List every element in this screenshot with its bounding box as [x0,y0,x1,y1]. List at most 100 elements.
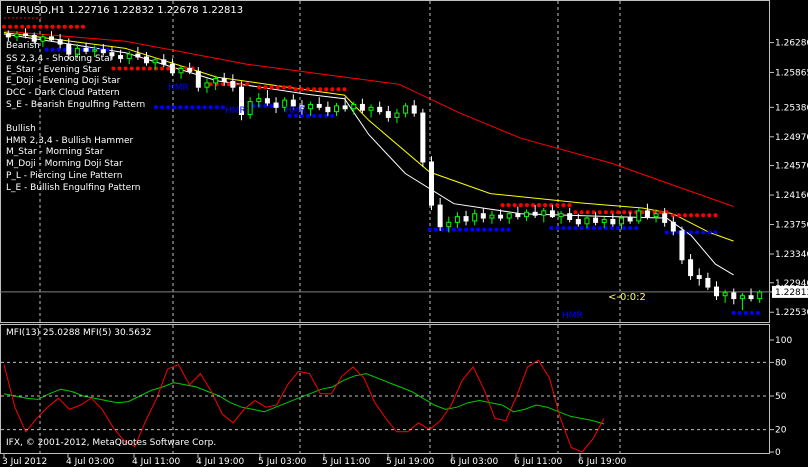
resistance-dot-8-110 [336,87,341,92]
resistance-dot-2-40 [123,66,128,71]
candle-body [342,105,348,110]
support-dot-14-244 [743,311,748,315]
hmr-tag-2: HMR [225,106,246,116]
resistance-dot-10-184 [561,203,566,208]
candle-80 [696,268,702,286]
support-dot-6-108 [330,113,335,118]
time-label-7: 6 Jul 03:00 [450,457,499,467]
candle-body [126,53,132,59]
candle-19 [169,58,175,76]
support-dot-2-52 [160,105,165,110]
support-dot-14-240 [731,311,736,315]
support-dot-14-242 [737,311,742,315]
support-dot-0-20 [62,47,67,52]
support-dot-10-184 [561,226,566,231]
candle-body [221,78,227,82]
candle-body [472,213,478,222]
legend-bearish-2: E_Star - Evening Star [6,65,101,75]
resistance-dot-0-6 [20,24,25,29]
mfi-tick-label-4: 0 [775,448,781,458]
mfi-tick-label-2: 50 [775,392,787,402]
countdown-label: <-0:0:2 [608,292,646,303]
candle-28 [247,97,253,119]
resistance-dot-2-50 [154,66,158,71]
support-dot-0-16 [50,47,55,52]
candle-body [653,213,659,218]
candle-65 [567,207,573,223]
candle-body [524,211,529,218]
support-dot-10-206 [628,226,633,231]
candle-body [722,292,728,297]
support-dot-8-162 [494,227,499,232]
resistance-dot-12-188 [573,210,578,215]
legend-bullish-1: HMR 2,3,4 - Bullish Hammer [6,136,134,146]
candle-body [247,101,253,116]
support-dot-2-70 [214,105,219,110]
candle-body [739,295,745,300]
resistance-dot-8-108 [330,87,335,92]
candle-37 [325,101,331,116]
mfi-panel-border [0,324,770,454]
candle-81 [705,272,711,290]
legend-bearish-4: DCC - Dark Cloud Pattern [6,88,120,98]
candle-body [515,213,521,218]
candle-body [601,218,607,223]
support-dot-8-142 [433,227,438,232]
candle-54 [472,209,478,226]
candle-41 [359,98,365,114]
resistance-dot-14-228 [695,213,700,218]
candle-78 [679,226,685,265]
candle-body [679,230,685,261]
time-label-1: 4 Jul 03:00 [66,457,115,467]
support-dot-8-164 [500,227,505,232]
candle-body [454,216,460,223]
support-dot-10-180 [549,226,554,231]
support-dot-14-246 [749,311,754,315]
candle-4 [40,33,46,47]
support-dot-2-68 [208,105,213,110]
candle-body [593,217,599,223]
support-dot-2-62 [190,105,195,110]
candle-body [498,214,504,219]
support-dot-10-182 [555,226,560,231]
candle-body [619,217,624,225]
mfi-tick-label-3: 20 [775,426,787,436]
candle-79 [688,254,694,280]
resistance-dot-0-22 [68,24,73,29]
resistance-dot-2-52 [160,66,165,71]
candle-body [92,49,98,52]
price-chart[interactable] [2,24,763,315]
support-dot-4-88 [269,103,274,108]
resistance-dot-12-192 [585,210,590,215]
candle-53 [463,210,469,226]
candle-body [264,98,270,104]
legend-bullish-4: P_L - Piercing Line Pattern [6,171,122,181]
legend-bullish-3: M_Doji - Morning Doji Star [6,159,123,169]
support-dot-8-160 [488,227,493,232]
candle-73 [636,207,642,224]
candle-67 [584,215,590,229]
support-dot-4-84 [257,103,262,108]
price-tick-label-0: 1.26280 [775,39,808,49]
candle-body [575,218,581,225]
price-tick-label-7: 1.23340 [775,250,808,260]
resistance-dot-0-0 [2,24,6,29]
support-dot-0-34 [105,47,110,52]
time-label-6: 5 Jul 19:00 [386,457,435,467]
candle-body [359,103,365,111]
resistance-dot-14-232 [707,213,712,218]
resistance-dot-2-44 [135,66,140,71]
candle-30 [264,90,270,106]
candle-body [368,106,374,111]
support-dot-8-152 [464,227,469,232]
candle-24 [213,75,219,91]
candle-body [5,33,11,38]
time-label-8: 6 Jul 11:00 [514,457,563,467]
support-dot-0-14 [44,47,49,52]
support-dot-2-58 [178,105,183,110]
candle-body [541,210,547,216]
candle-body [118,55,124,59]
candle-body [714,286,719,297]
candle-36 [316,97,322,111]
support-dot-8-166 [506,227,511,232]
